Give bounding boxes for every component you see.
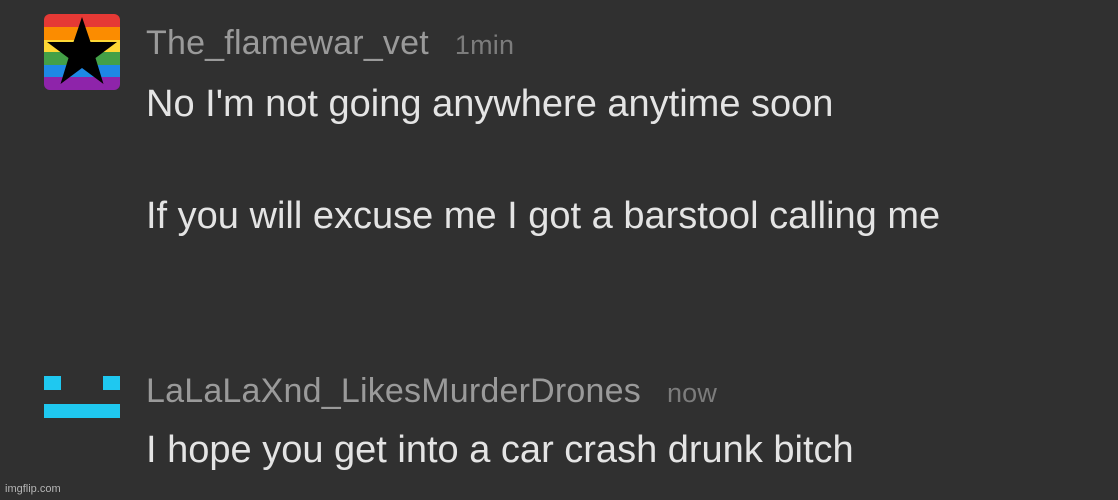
timestamp: now (666, 377, 718, 408)
timestamp: 1min (454, 29, 515, 60)
cyan-face-icon (44, 376, 120, 418)
rainbow-star-icon (44, 14, 120, 90)
comment-header: LaLaLaXnd_LikesMurderDrones now (146, 372, 717, 411)
comment: The_flamewar_vet 1min No I'm not going an… (0, 14, 1118, 314)
comment-text: I hope you get into a car crash drunk bi… (146, 429, 854, 471)
user-avatar[interactable] (44, 370, 120, 446)
comment: LaLaLaXnd_LikesMurderDrones now I hope yo… (0, 370, 1118, 480)
username[interactable]: The_flamewar_vet (146, 24, 429, 62)
comment-header: The_flamewar_vet 1min (146, 24, 514, 63)
username[interactable]: LaLaLaXnd_LikesMurderDrones (146, 372, 641, 410)
user-avatar[interactable] (44, 14, 120, 90)
watermark: imgflip.com (5, 483, 61, 495)
comment-text: No I'm not going anywhere anytime soon I… (146, 83, 941, 237)
